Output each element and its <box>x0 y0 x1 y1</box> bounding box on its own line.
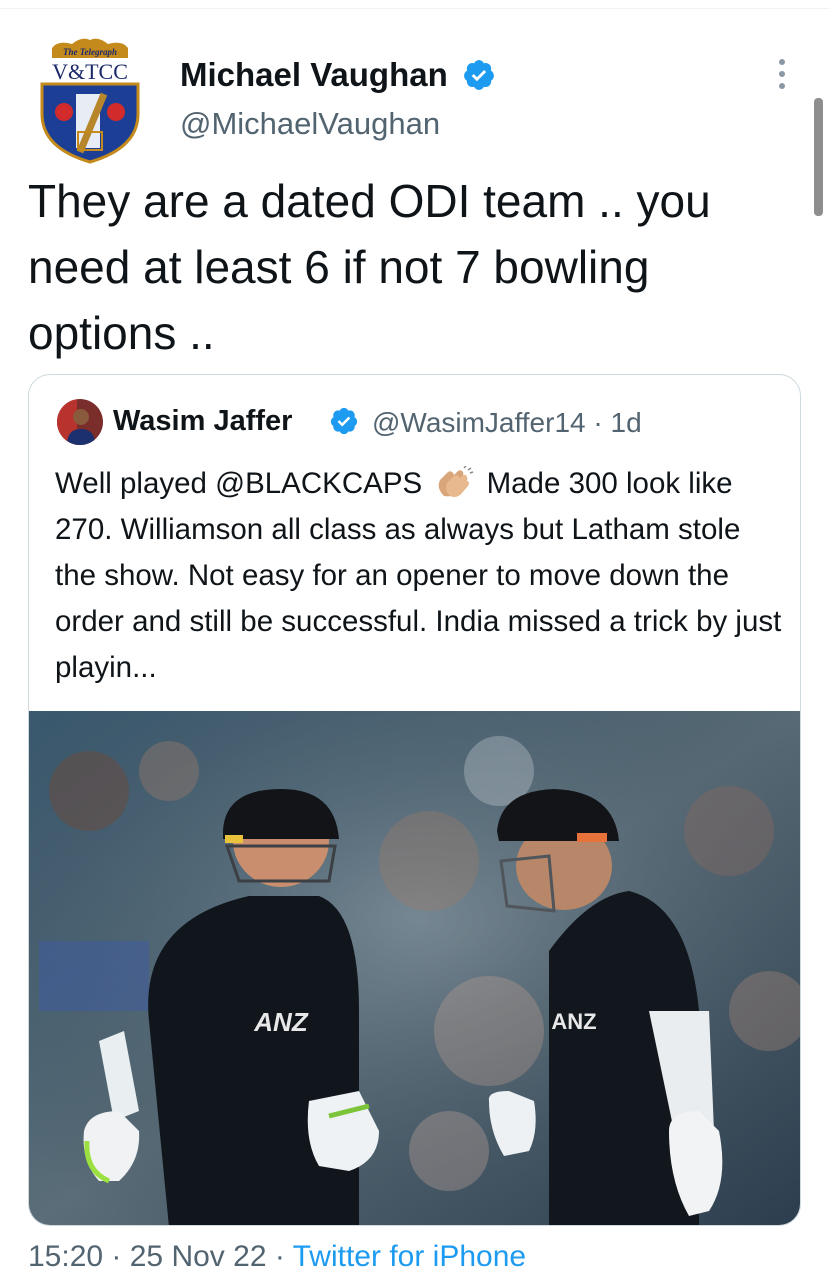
separator-dot: · <box>593 407 603 438</box>
clapping-hands-icon <box>439 466 474 497</box>
quoted-text-part1: Well played @BLACKCAPS <box>55 467 423 500</box>
footer-separator: · <box>266 1240 293 1273</box>
tweet-time: 15:20 <box>28 1240 104 1273</box>
tweet-text: They are a dated ODI team .. you need at… <box>28 175 711 359</box>
vtcc-logo-icon: The Telegraph V&TCC <box>40 38 140 164</box>
tweet-footer: 15:20 · 25 Nov 22 · Twitter for iPhone <box>28 1240 526 1274</box>
scrollbar[interactable] <box>814 98 823 216</box>
quoted-tweet-card[interactable]: Wasim Jaffer @WasimJaffer14 · 1d Well pl… <box>28 374 801 1226</box>
quoted-author-name[interactable]: Wasim Jaffer <box>113 405 292 438</box>
top-divider <box>0 8 829 9</box>
verified-badge-icon <box>330 407 358 435</box>
quoted-tweet-age: 1d <box>610 407 642 438</box>
quoted-author-handle[interactable]: @WasimJaffer14 <box>372 407 586 438</box>
jersey-sponsor-left: ANZ <box>253 1007 309 1037</box>
quoted-tweet-photo[interactable]: ANZ ANZ <box>29 711 801 1226</box>
quoted-author-avatar[interactable] <box>57 399 103 445</box>
tweet-source-link[interactable]: Twitter for iPhone <box>293 1240 526 1273</box>
author-handle[interactable]: @MichaelVaughan <box>180 106 440 142</box>
logo-top-text: The Telegraph <box>63 47 117 57</box>
avatar-photo-icon <box>57 399 103 445</box>
jersey-sponsor-right: ANZ <box>551 1009 596 1034</box>
tweet-date: 25 Nov 22 <box>129 1240 267 1273</box>
author-name[interactable]: Michael Vaughan <box>180 56 448 94</box>
verified-badge-icon <box>464 60 494 90</box>
footer-separator: · <box>103 1240 130 1273</box>
logo-main-text: V&TCC <box>52 59 128 84</box>
more-vertical-icon[interactable] <box>770 54 794 94</box>
author-avatar[interactable]: The Telegraph V&TCC <box>38 36 142 164</box>
quoted-tweet-text: Well played @BLACKCAPS Made 300 look lik… <box>55 461 785 691</box>
quoted-handle-line: @WasimJaffer14 · 1d <box>372 407 642 439</box>
